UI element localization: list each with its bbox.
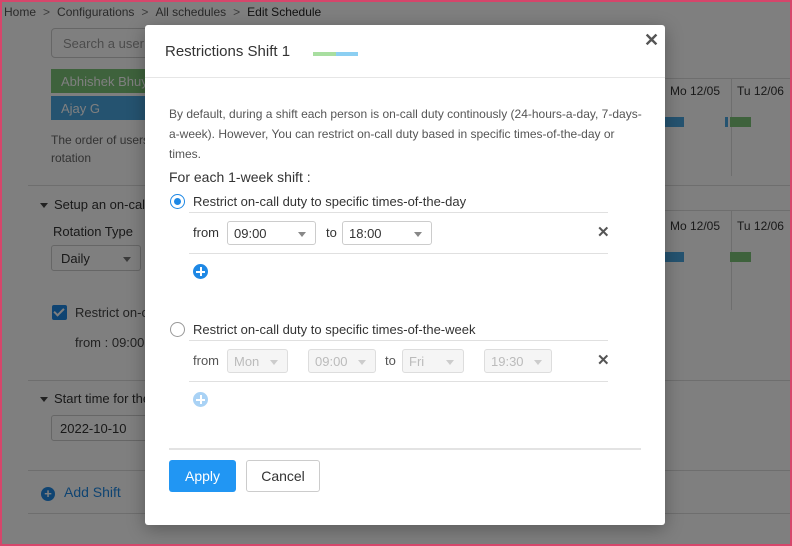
week-to-time-select[interactable]: 19:30 xyxy=(484,349,552,373)
radio-times-of-week-label[interactable]: Restrict on-call duty to specific times-… xyxy=(193,322,475,337)
modal-title: Restrictions Shift 1 xyxy=(165,43,291,60)
week-from-day-value: Mon xyxy=(234,354,260,369)
restrictions-modal: Restrictions Shift 1 ✕ By default, durin… xyxy=(145,25,665,525)
from-label: from xyxy=(193,225,219,240)
day-to-time-select[interactable]: 18:00 xyxy=(342,221,432,245)
add-time-range-icon[interactable] xyxy=(193,264,208,279)
add-time-range-icon[interactable] xyxy=(193,392,208,407)
chevron-down-icon xyxy=(358,360,366,365)
footer-divider xyxy=(169,448,641,450)
chevron-down-icon xyxy=(298,232,306,237)
modal-header: Restrictions Shift 1 ✕ xyxy=(145,25,665,78)
radio-times-of-day-label[interactable]: Restrict on-call duty to specific times-… xyxy=(193,194,466,209)
day-from-time-value: 09:00 xyxy=(234,226,267,241)
modal-description: By default, during a shift each person i… xyxy=(169,107,642,161)
week-to-day-value: Fri xyxy=(409,354,425,369)
apply-button[interactable]: Apply xyxy=(169,460,236,492)
chevron-down-icon xyxy=(414,232,422,237)
week-to-time-value: 19:30 xyxy=(491,354,524,369)
chevron-down-icon xyxy=(446,360,454,365)
shift-color-swatch xyxy=(336,52,358,56)
week-from-time-select[interactable]: 09:00 xyxy=(308,349,376,373)
to-label: to xyxy=(385,353,396,368)
chevron-down-icon xyxy=(534,360,542,365)
week-to-day-select[interactable]: Fri xyxy=(402,349,464,373)
row-divider xyxy=(189,340,608,341)
shift-color-swatch xyxy=(313,52,336,56)
remove-row-icon[interactable]: ✕ xyxy=(597,223,610,241)
cancel-button[interactable]: Cancel xyxy=(246,460,320,492)
to-label: to xyxy=(326,225,337,240)
remove-row-icon[interactable]: ✕ xyxy=(597,351,610,369)
row-divider xyxy=(189,212,608,213)
radio-times-of-week[interactable] xyxy=(170,322,185,337)
row-divider xyxy=(189,381,608,382)
week-from-day-select[interactable]: Mon xyxy=(227,349,288,373)
day-to-time-value: 18:00 xyxy=(349,226,382,241)
day-from-time-select[interactable]: 09:00 xyxy=(227,221,316,245)
week-from-time-value: 09:00 xyxy=(315,354,348,369)
shift-period-label: For each 1-week shift : xyxy=(169,169,311,185)
close-icon[interactable]: ✕ xyxy=(644,30,659,51)
row-divider xyxy=(189,253,608,254)
chevron-down-icon xyxy=(270,360,278,365)
from-label: from xyxy=(193,353,219,368)
radio-times-of-day[interactable] xyxy=(170,194,185,209)
